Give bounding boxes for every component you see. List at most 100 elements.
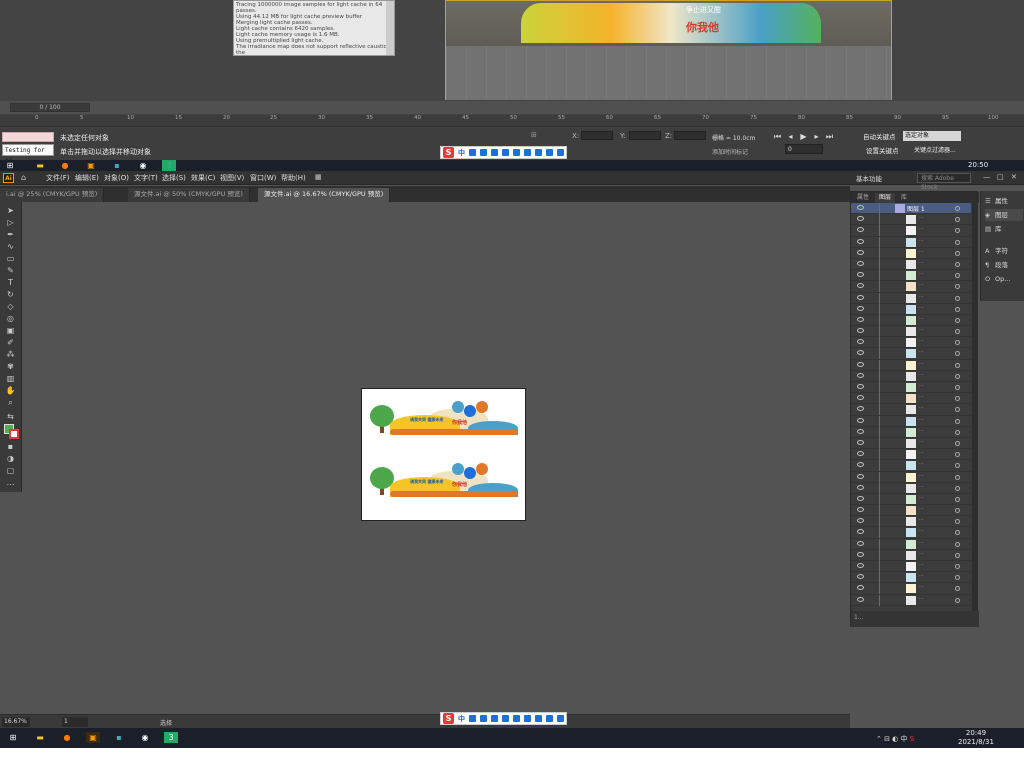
target-icon[interactable] (955, 239, 960, 245)
target-icon[interactable] (955, 206, 960, 211)
direct-selection-tool-icon[interactable]: ▷ (5, 218, 16, 228)
layer-name[interactable]: 图层 1 (907, 204, 925, 213)
layer-row[interactable]: ... (851, 538, 971, 550)
layer-name[interactable]: ... (919, 293, 924, 299)
emoji-icon[interactable] (491, 715, 498, 722)
layer-row[interactable]: ... (851, 270, 971, 282)
layer-row[interactable]: ... (851, 393, 971, 405)
target-icon[interactable] (955, 329, 960, 335)
taskbar-clock[interactable]: 20:50 (968, 161, 988, 169)
target-icon[interactable] (955, 597, 960, 603)
layer-row[interactable]: ... (851, 258, 971, 271)
layer-row[interactable]: ... (851, 527, 971, 539)
visibility-eye-icon[interactable] (857, 473, 864, 479)
target-icon[interactable] (955, 385, 960, 390)
tab-doc-50[interactable]: 源文件.ai @ 50% (CMYK/GPU 预览) (128, 188, 250, 202)
tab-doc-25[interactable]: i.ai @ 25% (CMYK/GPU 预览) (0, 188, 105, 202)
layer-name[interactable]: ... (919, 539, 924, 545)
max-taskbar-icon[interactable]: 3 (164, 732, 178, 743)
goto-start-icon[interactable]: ⏮ (773, 132, 782, 141)
visibility-eye-icon[interactable] (857, 563, 864, 568)
target-icon[interactable] (955, 530, 960, 536)
target-icon[interactable] (955, 429, 960, 435)
layers-scrollbar[interactable] (972, 203, 978, 611)
visibility-eye-icon[interactable] (857, 585, 864, 591)
artboard-navigator[interactable]: 1 (62, 717, 88, 727)
layer-name[interactable]: ... (919, 270, 924, 276)
artwork-design-top[interactable]: 请我共同 健康未来 你我他 (370, 401, 518, 435)
target-icon[interactable] (955, 508, 960, 514)
set-key-button[interactable]: 设置关键点 (866, 145, 899, 155)
layer-name[interactable]: ... (919, 449, 924, 455)
keyboard-icon[interactable] (513, 149, 520, 156)
target-icon[interactable] (955, 474, 960, 480)
layer-name[interactable]: ... (919, 360, 924, 366)
layer-row[interactable]: ... (851, 314, 971, 327)
layer-row[interactable]: 图层 1 (851, 203, 971, 215)
layer-name[interactable]: ... (919, 595, 924, 601)
target-icon[interactable] (955, 552, 960, 558)
file-explorer-icon[interactable]: ▬ (33, 732, 47, 743)
visibility-eye-icon[interactable] (857, 406, 864, 412)
visibility-eye-icon[interactable] (857, 451, 864, 457)
close-icon[interactable]: ✕ (1011, 173, 1017, 181)
frame-counter[interactable]: 0 / 100 (10, 103, 90, 112)
type-tool-icon[interactable]: T (5, 278, 16, 288)
terminal-icon[interactable]: ▪ (110, 160, 124, 171)
target-icon[interactable] (955, 373, 960, 379)
layer-name[interactable]: ... (919, 505, 924, 511)
y-coordinate-field[interactable] (629, 131, 661, 140)
target-icon[interactable] (955, 273, 960, 279)
z-coordinate-field[interactable] (674, 131, 706, 140)
layer-row[interactable]: ... (851, 214, 971, 226)
layer-name[interactable]: ... (919, 561, 924, 567)
draw-mode-icon[interactable]: ◑ (5, 454, 16, 464)
layer-row[interactable]: ... (851, 247, 971, 259)
shirt-icon[interactable] (535, 149, 542, 156)
dock-layers[interactable]: ◈ 图层 (985, 209, 1023, 221)
scissors-icon[interactable] (546, 715, 553, 722)
visibility-eye-icon[interactable] (857, 238, 864, 244)
layer-name[interactable]: ... (919, 237, 924, 243)
menu-effect[interactable]: 效果(C) (191, 173, 215, 183)
target-icon[interactable] (955, 261, 960, 267)
layer-row[interactable]: ... (851, 594, 971, 606)
visibility-eye-icon[interactable] (857, 339, 864, 345)
visibility-eye-icon[interactable] (857, 484, 864, 490)
layer-row[interactable]: ... (851, 404, 971, 416)
selection-tool-icon[interactable]: ➤ (5, 206, 16, 216)
play-icon[interactable]: ▶ (799, 132, 808, 141)
ime-toolbar-bottom[interactable]: S 中 (440, 712, 567, 725)
layer-name[interactable]: ... (919, 315, 924, 321)
layer-row[interactable]: ... (851, 370, 971, 382)
layer-row[interactable]: ... (851, 561, 971, 573)
layer-name[interactable]: ... (919, 550, 924, 556)
eyedropper-tool-icon[interactable]: ✐ (5, 338, 16, 348)
moon-icon[interactable] (469, 715, 476, 722)
visibility-eye-icon[interactable] (857, 328, 864, 334)
viewport-perspective[interactable]: 争止进又酣 你我他 (445, 0, 892, 100)
layer-row[interactable]: ... (851, 437, 971, 450)
grid-icon[interactable] (557, 149, 564, 156)
workspace-switcher[interactable]: 基本功能 (856, 173, 882, 183)
layer-row[interactable]: ... (851, 505, 971, 517)
layer-row[interactable]: ... (851, 449, 971, 461)
layer-name[interactable]: ... (919, 304, 924, 310)
target-icon[interactable] (955, 541, 960, 547)
layer-name[interactable]: ... (919, 583, 924, 589)
menu-view[interactable]: 视图(V) (220, 173, 244, 183)
track-bar[interactable]: 0 5 10 15 20 25 30 35 40 45 50 55 60 65 … (0, 115, 1024, 127)
visibility-eye-icon[interactable] (857, 205, 864, 210)
arrange-documents-icon[interactable]: ▦ (315, 173, 322, 181)
curvature-tool-icon[interactable]: ∿ (5, 242, 16, 252)
dock-paragraph[interactable]: ¶ 段落 (985, 259, 1008, 271)
dock-properties[interactable]: ☰ 属性 (985, 195, 1008, 207)
layer-row[interactable]: ... (851, 303, 971, 315)
current-frame-field[interactable]: 0 (785, 144, 823, 154)
swap-fill-stroke-icon[interactable]: ⇆ (5, 412, 16, 422)
mic-icon[interactable] (502, 149, 509, 156)
max-taskbar-icon[interactable]: 3 (162, 160, 176, 171)
target-icon[interactable] (955, 317, 960, 323)
keyboard-icon[interactable] (513, 715, 520, 722)
menu-window[interactable]: 窗口(W) (250, 173, 276, 183)
